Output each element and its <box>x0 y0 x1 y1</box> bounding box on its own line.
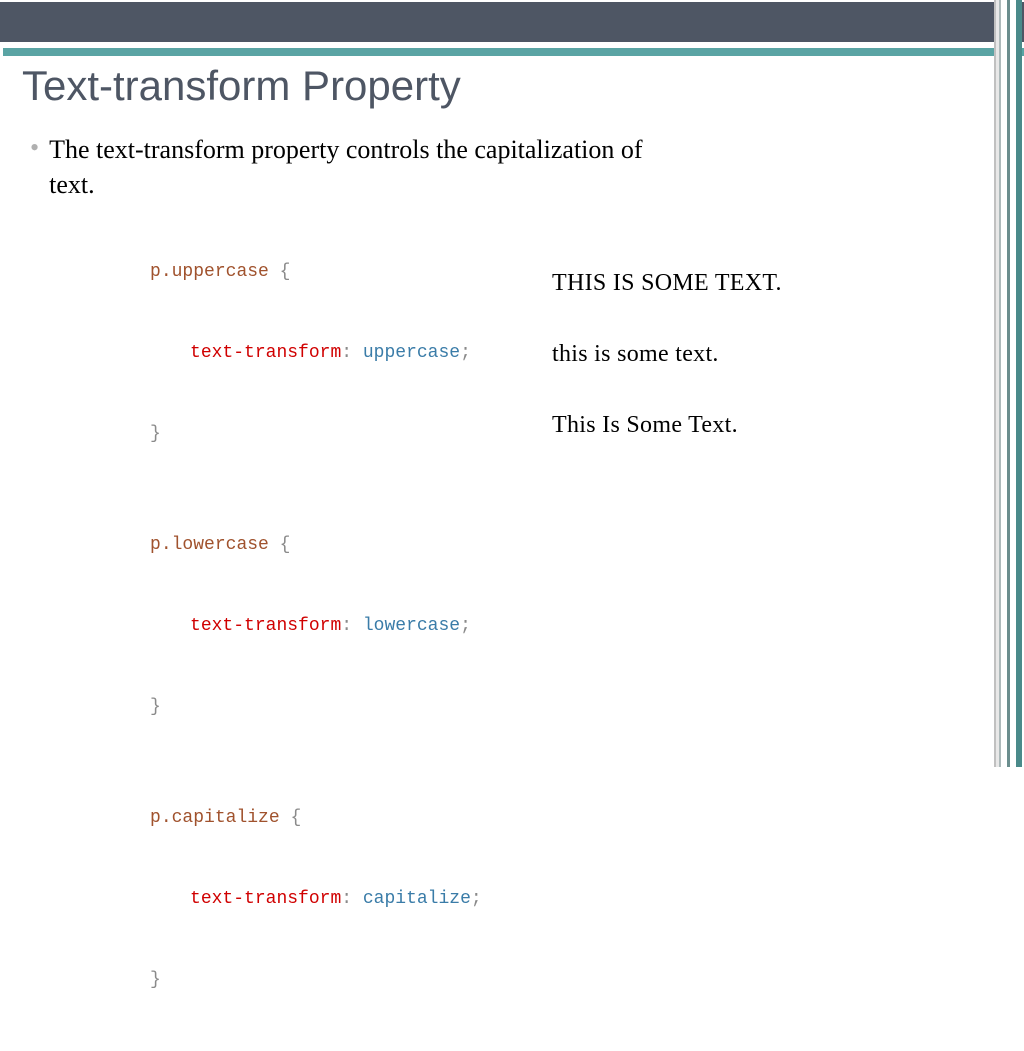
css-brace: } <box>150 424 161 444</box>
css-brace: { <box>269 535 291 555</box>
css-colon: : <box>341 616 363 636</box>
css-colon: : <box>341 343 363 363</box>
output-lowercase: this is some text. <box>552 341 782 368</box>
css-brace: } <box>150 697 161 717</box>
output-uppercase: THIS IS SOME TEXT. <box>552 270 782 297</box>
css-brace: { <box>269 262 291 282</box>
slide-top-bar <box>0 0 1024 44</box>
css-colon: : <box>341 889 363 909</box>
bullet-item: • The text-transform property controls t… <box>30 132 1024 202</box>
slide-accent-stripe <box>3 48 1024 56</box>
css-selector: p.capitalize <box>150 808 280 828</box>
output-capitalize: This Is Some Text. <box>552 412 782 439</box>
slide-right-edge <box>994 0 1024 767</box>
code-block-lowercase: p.lowercase { text-transform: lowercase;… <box>42 505 492 748</box>
columns: p.uppercase { text-transform: uppercase;… <box>30 232 1024 1051</box>
css-brace: { <box>280 808 302 828</box>
css-selector: p.uppercase <box>150 262 269 282</box>
css-semicolon: ; <box>471 889 482 909</box>
css-value: lowercase <box>363 616 460 636</box>
css-semicolon: ; <box>460 616 471 636</box>
slide-title: Text-transform Property <box>22 62 1024 110</box>
css-brace: } <box>150 970 161 990</box>
slide-content: • The text-transform property controls t… <box>30 132 1024 1051</box>
bullet-icon: • <box>30 132 39 163</box>
code-column: p.uppercase { text-transform: uppercase;… <box>42 232 492 1051</box>
code-block-capitalize: p.capitalize { text-transform: capitaliz… <box>42 778 492 1021</box>
output-column: THIS IS SOME TEXT. this is some text. Th… <box>552 270 782 1051</box>
code-block-uppercase: p.uppercase { text-transform: uppercase;… <box>42 232 492 475</box>
css-value: uppercase <box>363 343 460 363</box>
css-property: text-transform <box>190 889 341 909</box>
css-selector: p.lowercase <box>150 535 269 555</box>
css-property: text-transform <box>190 343 341 363</box>
bullet-text: The text-transform property controls the… <box>49 132 649 202</box>
css-semicolon: ; <box>460 343 471 363</box>
css-property: text-transform <box>190 616 341 636</box>
css-value: capitalize <box>363 889 471 909</box>
